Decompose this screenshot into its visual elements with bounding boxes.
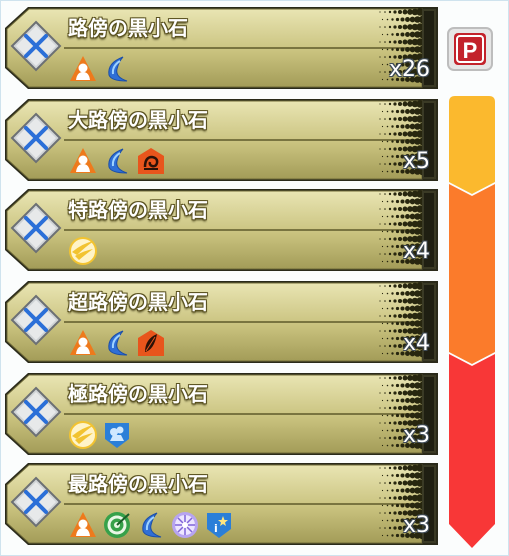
skill-icons-row (69, 236, 97, 266)
tank-role-icon (69, 55, 97, 83)
skill-icons-row (69, 54, 131, 84)
stone-count: x4 (402, 239, 430, 264)
stone-name: 路傍の黒小石 (68, 16, 188, 40)
stone-name: 超路傍の黒小石 (68, 290, 208, 314)
skill-icons-row (69, 420, 131, 450)
svg-text:i: i (214, 522, 218, 535)
stone-item-card[interactable]: 路傍の黒小石 x26 (4, 6, 440, 90)
stone-count: x26 (388, 57, 430, 82)
crescent-icon (103, 55, 131, 83)
stone-item-card[interactable]: 大路傍の黒小石 x5 (4, 98, 440, 182)
stone-name: 特路傍の黒小石 (68, 198, 208, 222)
pickup-p-icon: P (447, 27, 493, 71)
tank-role-icon (69, 511, 97, 539)
pickup-button-label: P (463, 38, 478, 63)
skill-icons-row (69, 328, 165, 358)
blue-shield-icon (103, 421, 131, 449)
stone-count: x3 (402, 423, 430, 448)
stone-name: 大路傍の黒小石 (68, 108, 208, 132)
stone-count: x3 (402, 513, 430, 538)
pickup-button[interactable]: P (446, 26, 494, 72)
tank-role-icon (69, 329, 97, 357)
skill-icons-row: i (69, 510, 233, 540)
target-icon (103, 511, 131, 539)
stone-item-card[interactable]: 極路傍の黒小石 x3 (4, 372, 440, 456)
skill-icons-row (69, 146, 165, 176)
star-shield-icon: i (205, 511, 233, 539)
rarity-rank-bar (449, 96, 495, 550)
wind-slash-icon (69, 421, 97, 449)
rank-segment-low (449, 96, 495, 194)
stone-count: x5 (402, 149, 430, 174)
burst-icon (171, 511, 199, 539)
stone-item-card[interactable]: 超路傍の黒小石 x4 (4, 280, 440, 364)
wind-slash-icon (69, 237, 97, 265)
stone-count: x4 (402, 331, 430, 356)
snail-shield-icon (137, 147, 165, 175)
rank-segment-mid (449, 184, 495, 364)
crescent-icon (103, 147, 131, 175)
stone-item-card[interactable]: 特路傍の黒小石 x4 (4, 188, 440, 272)
stone-item-card[interactable]: 最路傍の黒小石 x3 i (4, 462, 440, 546)
stone-name: 極路傍の黒小石 (68, 382, 208, 406)
stone-name: 最路傍の黒小石 (68, 472, 208, 496)
crescent-icon (103, 329, 131, 357)
tank-role-icon (69, 147, 97, 175)
crescent-icon (137, 511, 165, 539)
feather-shield-icon (137, 329, 165, 357)
rank-segment-high (449, 354, 495, 548)
